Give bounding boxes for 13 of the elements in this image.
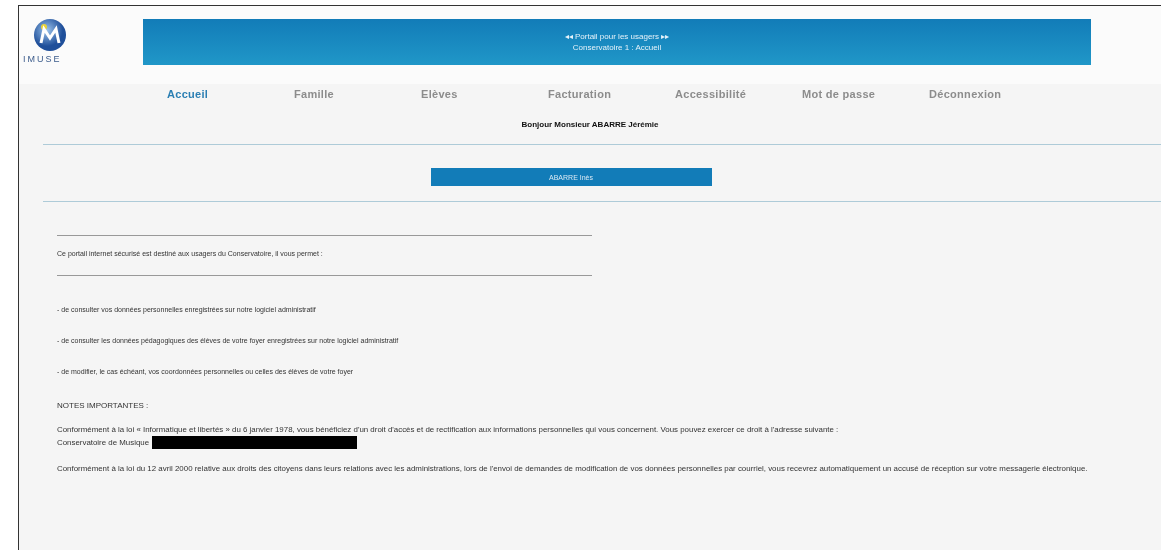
nav-link[interactable]: Accueil [167,88,294,100]
nav-link[interactable]: Mot de passe [802,88,929,100]
banner-title: ◂◂ Portail pour les usagers ▸▸ [564,31,670,42]
notes-heading: NOTES IMPORTANTES : [57,401,150,410]
nav-link[interactable]: Accessibilité [675,88,802,100]
logo-icon [33,18,67,52]
nav-link[interactable]: Facturation [548,88,675,100]
logo-text: IMUSE [23,54,62,64]
nav-link[interactable]: Elèves [421,88,548,100]
banner-subtitle: Conservatoire 1 : Accueil [572,42,662,53]
nav-link[interactable]: Déconnexion [929,88,1056,100]
nav-link[interactable]: Famille [294,88,421,100]
greeting-text: Bonjour Monsieur ABARRE Jérémie [520,120,660,129]
